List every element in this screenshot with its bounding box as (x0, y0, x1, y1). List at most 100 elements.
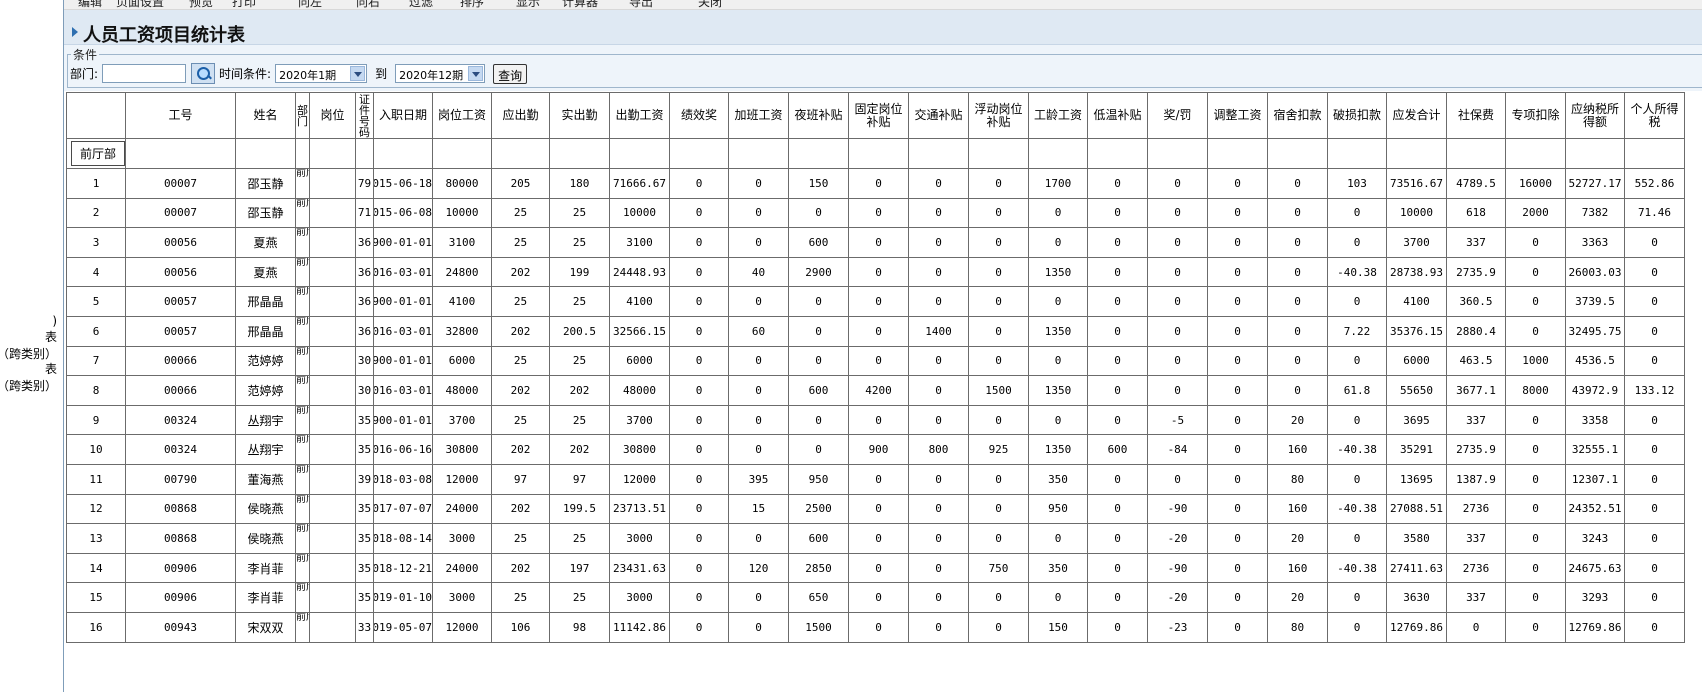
table-cell: 36 (355, 256, 374, 288)
dept-input[interactable] (102, 64, 187, 83)
menu-item[interactable]: 计算器 (562, 0, 598, 9)
table-row[interactable]: 300056夏燕前厅部门361900-01-013100252531000060… (66, 227, 1685, 258)
table-row[interactable]: 1300868侯晓燕前厅部门352018-08-1430002525300000… (66, 523, 1685, 554)
table-row[interactable]: 200007邵玉静前厅部门712015-06-08100002525100000… (66, 197, 1685, 229)
table-cell: 6000 (609, 345, 670, 377)
table-cell: 0 (728, 434, 789, 465)
column-header[interactable]: 出勤工资 (609, 92, 670, 139)
table-cell: 0 (848, 168, 909, 199)
column-header[interactable]: 加班工资 (728, 92, 789, 139)
table-cell: 3580 (1386, 523, 1447, 554)
column-header[interactable]: 岗位 (309, 92, 356, 139)
table-cell: 48000 (609, 375, 670, 406)
column-header[interactable]: 应发合计 (1386, 92, 1447, 139)
table-cell: 24675.63 (1565, 552, 1625, 584)
tree-item[interactable]: 表（跨类别） (0, 346, 57, 362)
table-cell: 00066 (125, 345, 236, 377)
column-header[interactable]: 应纳税所得额 (1565, 92, 1625, 139)
menu-item[interactable]: 打印 (232, 0, 256, 9)
table-cell (1087, 138, 1148, 169)
table-cell: 0 (1147, 375, 1208, 406)
table-row[interactable]: 400056夏燕前厅部门 362016-03-012480020219924448… (66, 256, 1685, 288)
table-cell: 夏燕 (235, 227, 296, 258)
table-row[interactable]: 1000324丛翔宇前厅部门352016-06-1630800202202308… (66, 434, 1685, 465)
table-row[interactable]: 1600943宋双双前厅部门 332019-05-0712000106981114… (66, 611, 1685, 643)
table-cell: 180 (549, 168, 610, 199)
column-header[interactable]: 专项扣除 (1505, 92, 1566, 139)
table-cell (295, 138, 310, 169)
menu-item[interactable]: 页面设置 (116, 0, 164, 9)
column-header[interactable]: 固定岗位补贴 (848, 92, 909, 139)
column-header[interactable]: 破损扣款 (1327, 92, 1387, 139)
table-cell: 25 (491, 286, 550, 317)
menu-item[interactable]: 关闭 (698, 0, 722, 9)
column-header[interactable]: 姓名 (235, 92, 296, 139)
table-row[interactable]: 100007邵玉静前厅部门 792015-06-18800002051807166… (66, 168, 1685, 199)
column-header[interactable]: 岗位工资 (432, 92, 492, 139)
column-header[interactable]: 交通补贴 (908, 92, 969, 139)
column-header[interactable]: 部门 (295, 92, 310, 139)
group-label[interactable]: 前厅部 (71, 141, 125, 166)
menu-item[interactable]: 编辑 (78, 0, 102, 9)
column-header[interactable]: 工龄工资 (1028, 92, 1088, 139)
menu-item[interactable]: 预览 (189, 0, 213, 9)
tree-item[interactable]: 表 (45, 361, 57, 377)
menu-item[interactable]: 向左 (298, 0, 322, 9)
column-header[interactable]: 入职日期 (373, 92, 433, 139)
table-cell: 0 (908, 286, 969, 317)
column-header[interactable]: 应出勤 (491, 92, 550, 139)
tree-item[interactable]: 表（跨类别） (0, 378, 57, 394)
query-button[interactable]: 查询 (493, 63, 528, 84)
column-header[interactable]: 浮动岗位补贴 (968, 92, 1029, 139)
dept-search-icon[interactable] (191, 63, 216, 84)
table-cell: -20 (1147, 523, 1208, 554)
table-row[interactable]: 600057邢晶晶前厅部门362016-03-0132800202200.532… (66, 315, 1685, 347)
table-cell: 205 (491, 168, 550, 199)
menu-item[interactable]: 导出 (629, 0, 653, 9)
table-cell: 0 (1147, 256, 1208, 288)
end-period-value: 2020年12期 (399, 69, 464, 82)
table-cell: 0 (1087, 493, 1148, 525)
table-cell (309, 404, 356, 436)
column-header[interactable]: 低温补贴 (1087, 92, 1148, 139)
column-header[interactable]: 夜班补贴 (788, 92, 849, 139)
table-row[interactable]: 500057邢晶晶前厅部门361900-01-01410025254100000… (66, 286, 1685, 317)
menu-item[interactable]: 显示 (516, 0, 540, 9)
table-row[interactable]: 1500906李肖菲前厅部门352019-01-1030002525300000… (66, 582, 1685, 613)
table-row[interactable]: 900324丛翔宇前厅部门351900-01-01370025253700000… (66, 404, 1685, 436)
table-cell: -23 (1147, 611, 1208, 643)
table-cell: 24800 (432, 256, 492, 288)
menu-item[interactable]: 向右 (356, 0, 380, 9)
start-period-select[interactable]: 2020年1期 (275, 64, 368, 83)
table-cell: 0 (1207, 197, 1268, 229)
column-header[interactable] (66, 92, 126, 139)
tree-item[interactable]: ) (52, 313, 57, 329)
column-header[interactable]: 宿舍扣款 (1267, 92, 1328, 139)
column-header[interactable]: 绩效奖 (669, 92, 729, 139)
table-cell (1207, 138, 1268, 169)
table-cell: 600 (788, 375, 849, 406)
table-cell (788, 138, 849, 169)
table-row[interactable]: 1100790董海燕前厅部门392018-03-0812000979712000… (66, 463, 1685, 495)
column-header[interactable]: 社保费 (1446, 92, 1506, 139)
end-period-select[interactable]: 2020年12期 (395, 64, 486, 83)
menu-item[interactable]: 排序 (460, 0, 484, 9)
table-cell: 2000 (1505, 197, 1566, 229)
column-header[interactable]: 个人所得税 (1624, 92, 1685, 139)
column-header[interactable]: 奖/罚 (1147, 92, 1208, 139)
table-row[interactable]: 1200868侯晓燕前厅部门352017-07-0724000202199.52… (66, 493, 1685, 525)
table-row[interactable]: 1400906李肖菲前厅部门 352018-12-2124000202197234… (66, 552, 1685, 584)
table-cell: 0 (1505, 315, 1566, 347)
tree-item[interactable]: 表 (45, 329, 57, 345)
column-header[interactable]: 证件号码 (355, 92, 374, 139)
table-cell: 0 (1087, 375, 1148, 406)
table-row[interactable]: 800066范婷婷前厅部门302016-03-01480002022024800… (66, 375, 1685, 406)
column-header[interactable]: 实出勤 (549, 92, 610, 139)
salary-table: 工号 姓名 部门 岗位 证件号码 入职日期 岗位工资 应出勤 实出勤 出勤工资 绩效奖 加班工资 夜班补… (66, 92, 1685, 643)
table-cell: 0 (728, 611, 789, 643)
table-row[interactable]: 700066范婷婷前厅部门301900-01-01600025256000000… (66, 345, 1685, 377)
table-cell: 范婷婷 (235, 375, 296, 406)
column-header[interactable]: 调整工资 (1207, 92, 1268, 139)
column-header[interactable]: 工号 (125, 92, 236, 139)
menu-item[interactable]: 过滤 (409, 0, 433, 9)
